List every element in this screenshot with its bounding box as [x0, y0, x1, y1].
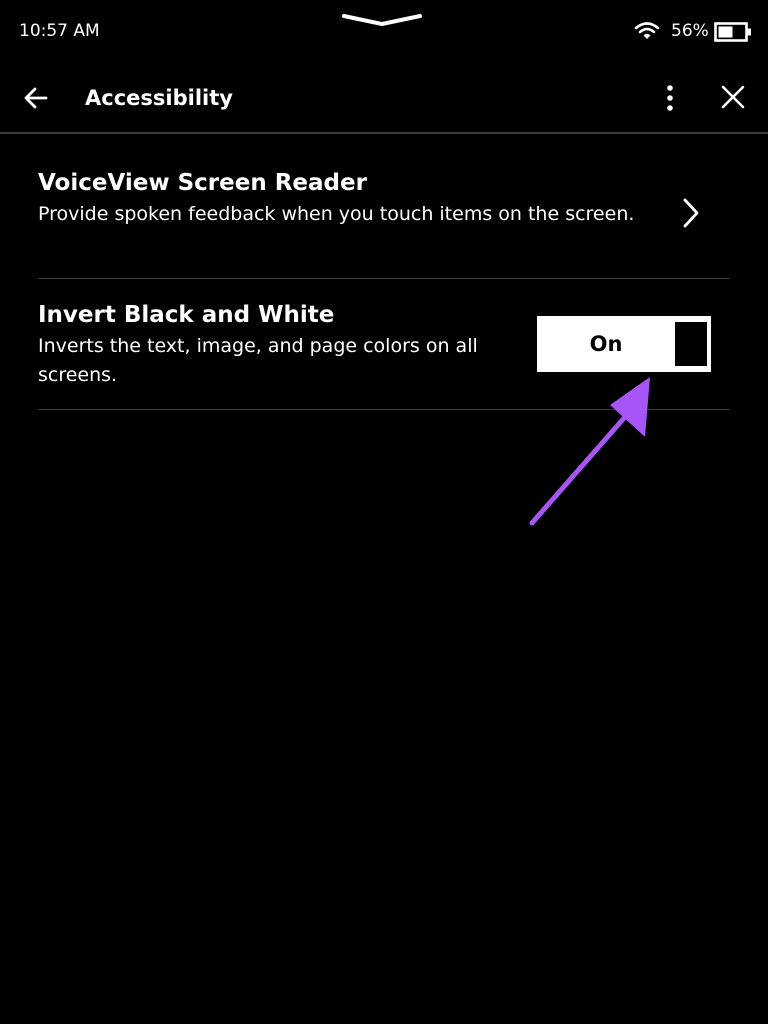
header-divider: [0, 132, 768, 134]
chevron-right-icon[interactable]: [680, 196, 702, 230]
app-header: Accessibility: [0, 64, 768, 132]
arrow-left-icon[interactable]: [16, 78, 56, 118]
invert-toggle[interactable]: On: [537, 316, 711, 372]
toggle-knob[interactable]: [673, 320, 709, 368]
pull-down-handle-icon[interactable]: [340, 10, 424, 30]
close-icon[interactable]: [712, 78, 754, 118]
row-divider: [38, 278, 730, 279]
status-time: 10:57 AM: [19, 21, 100, 41]
setting-description: Provide spoken feedback when you touch i…: [38, 203, 635, 225]
setting-description: Inverts the text, image, and page colors…: [38, 335, 478, 386]
setting-voiceview-screen-reader[interactable]: VoiceView Screen Reader Provide spoken f…: [38, 168, 730, 278]
kindle-screen: 10:57 AM 56% Accessibility VoiceView Scr…: [0, 0, 768, 1024]
battery-icon: [714, 22, 751, 42]
status-bar: 10:57 AM 56%: [0, 0, 768, 60]
toggle-label: On: [589, 332, 623, 356]
battery-percent: 56%: [671, 21, 709, 41]
annotation-arrow-icon: [529, 377, 650, 526]
setting-title: VoiceView Screen Reader: [38, 170, 367, 196]
more-vertical-icon[interactable]: [652, 78, 688, 118]
wifi-icon: [634, 22, 660, 39]
page-title: Accessibility: [85, 86, 233, 110]
